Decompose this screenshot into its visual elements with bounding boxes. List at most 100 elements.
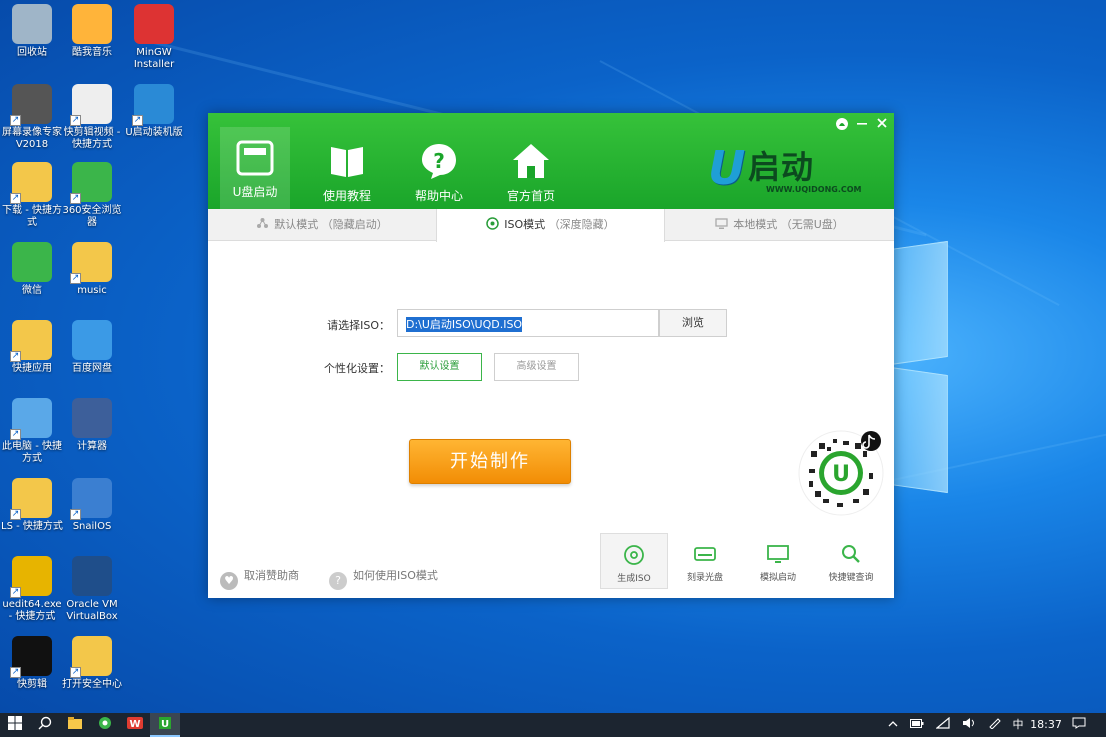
shortcut-arrow-icon: ↗ bbox=[10, 509, 21, 520]
shortcut-arrow-icon: ↗ bbox=[10, 115, 21, 126]
desktop-icon[interactable]: ↗ uedit64.exe - 快捷方式 bbox=[0, 556, 64, 623]
recycle-bin-icon bbox=[12, 4, 52, 44]
windows-wallpaper-logo bbox=[890, 240, 952, 495]
desktop-icon-label: 百度网盘 bbox=[72, 363, 112, 374]
desktop-icon[interactable]: ↗ 快剪辑 bbox=[0, 636, 64, 691]
iso-path-value: D:\U启动ISO\UQD.ISO bbox=[406, 317, 523, 332]
shortcut-arrow-icon: ↗ bbox=[70, 273, 81, 284]
tab-local-mode[interactable]: 本地模式 （无需U盘） bbox=[665, 209, 894, 241]
minimize-icon[interactable] bbox=[854, 117, 870, 133]
tool-label: 生成ISO bbox=[617, 574, 651, 584]
desktop-icon[interactable]: ↗ 打开安全中心 bbox=[60, 636, 124, 691]
usb-drive-icon bbox=[235, 137, 275, 177]
kuaijianji-icon: ↗ bbox=[10, 636, 52, 678]
how-to-iso-link[interactable]: ? 如何使用ISO模式 bbox=[329, 567, 438, 590]
shortcut-query-button[interactable]: 快捷键查询 bbox=[817, 533, 885, 589]
desktop-icon[interactable]: ↗ 360安全浏览器 bbox=[60, 162, 124, 229]
skin-icon[interactable] bbox=[834, 117, 850, 133]
clock[interactable]: 18:37 bbox=[1030, 713, 1062, 737]
desktop-icon-label: 下载 - 快捷方式 bbox=[2, 205, 62, 228]
taskbar: W U 中 18:37 bbox=[0, 713, 1106, 737]
tool-label: 刻录光盘 bbox=[686, 573, 723, 583]
tab-iso-mode[interactable]: ISO模式 （深度隐藏） bbox=[436, 209, 665, 242]
iso-path-input[interactable]: D:\U启动ISO\UQD.ISO bbox=[397, 309, 659, 337]
start-making-button[interactable]: 开始制作 bbox=[409, 439, 571, 484]
desktop-icon[interactable]: MinGW Installer bbox=[122, 4, 186, 71]
file-explorer-icon[interactable] bbox=[60, 713, 90, 737]
nav-help-center[interactable]: ? 帮助中心 bbox=[404, 131, 474, 203]
360-browser-taskbar-icon[interactable] bbox=[90, 713, 120, 737]
svg-text:?: ? bbox=[433, 149, 445, 173]
nav-usb-boot[interactable]: U盘启动 bbox=[220, 127, 290, 209]
cancel-sponsor-link[interactable]: ♥ 取消赞助商 bbox=[220, 567, 299, 590]
advanced-settings-button[interactable]: 高级设置 bbox=[494, 353, 579, 381]
desktop-icon[interactable]: ↗ 屏幕录像专家V2018 bbox=[0, 84, 64, 151]
music-folder-icon: ↗ bbox=[70, 242, 112, 284]
start-button[interactable] bbox=[0, 713, 30, 737]
default-settings-button[interactable]: 默认设置 bbox=[397, 353, 482, 381]
ultraedit-icon: ↗ bbox=[10, 556, 52, 598]
pen-icon[interactable] bbox=[984, 713, 1006, 737]
baidu-netdisk-icon bbox=[72, 320, 112, 360]
nav-label: 帮助中心 bbox=[414, 189, 463, 203]
disc-icon bbox=[486, 217, 500, 230]
cancel-sponsor-label: 取消赞助商 bbox=[244, 569, 299, 582]
desktop-icon-label: SnailOS bbox=[72, 521, 112, 532]
desktop-icon-label: uedit64.exe - 快捷方式 bbox=[2, 599, 62, 622]
battery-icon[interactable] bbox=[906, 713, 928, 737]
search-taskbar-icon[interactable] bbox=[30, 713, 60, 737]
logo-letter: U bbox=[708, 141, 746, 195]
how-to-label: 如何使用ISO模式 bbox=[353, 569, 438, 582]
desktop-icon[interactable]: ↗ U启动装机版 bbox=[122, 84, 186, 139]
desktop-icon[interactable]: ↗ 快剪辑视频 - 快捷方式 bbox=[60, 84, 124, 151]
desktop-icon[interactable]: Oracle VM VirtualBox bbox=[60, 556, 124, 623]
tab-label: 本地模式 bbox=[733, 218, 778, 231]
snailos-icon: ↗ bbox=[70, 478, 112, 520]
share-icon bbox=[257, 218, 269, 228]
nav-tutorial[interactable]: 使用教程 bbox=[312, 131, 382, 203]
desktop-icon[interactable]: ↗ 下载 - 快捷方式 bbox=[0, 162, 64, 229]
tab-default-mode[interactable]: 默认模式 （隐藏启动） bbox=[208, 209, 436, 241]
desktop-icon-label: LS - 快捷方式 bbox=[1, 521, 63, 532]
desktop-icon[interactable]: 计算器 bbox=[60, 398, 124, 453]
desktop-icon[interactable]: ↗ music bbox=[60, 242, 124, 297]
desktop-icon[interactable]: 百度网盘 bbox=[60, 320, 124, 375]
calculator-icon bbox=[72, 398, 112, 438]
shortcut-arrow-icon: ↗ bbox=[132, 115, 143, 126]
desktop-icon[interactable]: ↗ 快捷应用 bbox=[0, 320, 64, 375]
notification-icon[interactable] bbox=[1068, 713, 1090, 737]
wps-icon[interactable]: W bbox=[120, 713, 150, 737]
uqidong-logo: U 启动 WWW.UQIDONG.COM bbox=[708, 141, 862, 198]
uqidong-taskbar-icon[interactable]: U bbox=[150, 713, 180, 737]
ime-indicator[interactable]: 中 bbox=[1008, 713, 1028, 737]
home-icon bbox=[511, 141, 551, 181]
simulate-boot-button[interactable]: 模拟启动 bbox=[744, 533, 812, 589]
volume-icon[interactable] bbox=[958, 713, 980, 737]
video-editor-icon: ↗ bbox=[70, 84, 112, 126]
handshake-icon: ♥ bbox=[220, 572, 238, 590]
desktop-icon[interactable]: ↗ LS - 快捷方式 bbox=[0, 478, 64, 533]
desktop-icon-label: 酷我音乐 bbox=[72, 47, 112, 58]
kuwo-music-icon bbox=[72, 4, 112, 44]
shortcut-arrow-icon: ↗ bbox=[70, 509, 81, 520]
nav-official-home[interactable]: 官方首页 bbox=[496, 131, 566, 203]
desktop-icon-label: 微信 bbox=[22, 285, 42, 296]
this-pc-icon: ↗ bbox=[10, 398, 52, 440]
burn-disc-button[interactable]: 刻录光盘 bbox=[671, 533, 739, 589]
close-icon[interactable] bbox=[874, 117, 890, 133]
browse-button[interactable]: 浏览 bbox=[659, 309, 727, 337]
desktop-icon[interactable]: 酷我音乐 bbox=[60, 4, 124, 59]
desktop-icon[interactable]: ↗ SnailOS bbox=[60, 478, 124, 533]
360-browser-icon: ↗ bbox=[70, 162, 112, 204]
network-icon[interactable] bbox=[932, 713, 954, 737]
desktop-icon-label: 屏幕录像专家V2018 bbox=[2, 127, 62, 150]
generate-iso-button[interactable]: 生成ISO bbox=[600, 533, 668, 589]
desktop-icon-label: 此电脑 - 快捷方式 bbox=[2, 441, 62, 464]
douyin-qr-code: U bbox=[797, 429, 885, 517]
desktop-icon[interactable]: 回收站 bbox=[0, 4, 64, 59]
monitor-icon bbox=[715, 218, 728, 229]
desktop-icon-label: U启动装机版 bbox=[125, 127, 183, 138]
desktop-icon[interactable]: ↗ 此电脑 - 快捷方式 bbox=[0, 398, 64, 465]
chevron-up-icon[interactable] bbox=[884, 713, 902, 737]
desktop-icon[interactable]: 微信 bbox=[0, 242, 64, 297]
